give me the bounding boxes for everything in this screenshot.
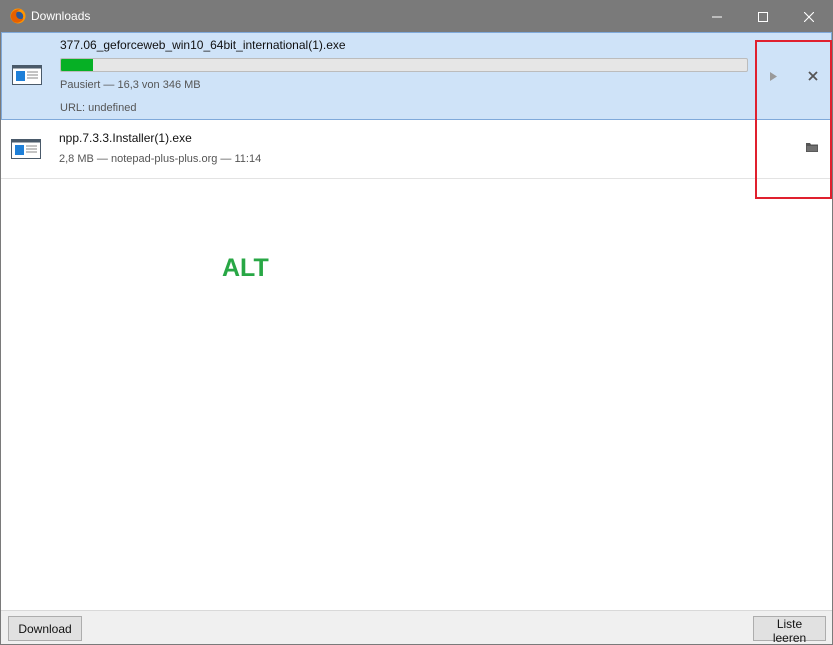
footer-bar: Download Liste leeren (1, 610, 832, 645)
downloads-window: Downloads 377.06_geforceweb_win10_64bit_… (0, 0, 833, 645)
download-item[interactable]: 377.06_geforceweb_win10_64bit_internatio… (1, 32, 832, 120)
clear-list-button[interactable]: Liste leeren (753, 616, 826, 645)
maximize-button[interactable] (740, 1, 786, 32)
download-button[interactable]: Download (8, 616, 82, 641)
minimize-button[interactable] (694, 1, 740, 32)
progress-fill (61, 59, 94, 71)
annotation-label: ALT (222, 254, 269, 282)
firefox-icon (10, 8, 26, 24)
title-bar[interactable]: Downloads (1, 1, 832, 32)
download-filename: npp.7.3.3.Installer(1).exe (59, 131, 192, 145)
executable-file-icon (12, 65, 42, 85)
download-url: URL: undefined (60, 102, 137, 114)
downloads-list[interactable]: 377.06_geforceweb_win10_64bit_internatio… (1, 32, 832, 610)
download-status: 2,8 MB — notepad-plus-plus.org — 11:14 (59, 153, 262, 165)
maximize-icon (758, 11, 768, 22)
window-title: Downloads (31, 9, 91, 23)
close-button[interactable] (786, 1, 832, 32)
minimize-icon (712, 16, 722, 17)
close-icon (804, 11, 814, 22)
highlight-box (755, 40, 832, 199)
download-progress-bar (60, 58, 748, 72)
download-status: Pausiert — 16,3 von 346 MB (60, 79, 201, 91)
executable-file-icon (11, 139, 41, 159)
download-filename: 377.06_geforceweb_win10_64bit_internatio… (60, 38, 346, 52)
download-item[interactable]: npp.7.3.3.Installer(1).exe 2,8 MB — note… (1, 121, 832, 179)
